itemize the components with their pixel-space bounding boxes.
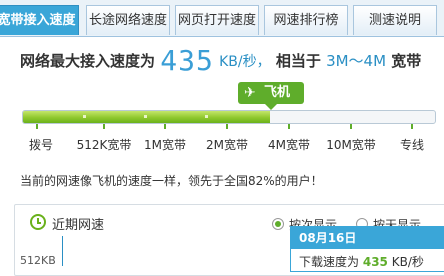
scale-label-dialup: 拨号 bbox=[28, 138, 54, 152]
speed-level-label: 飞机 bbox=[264, 85, 291, 100]
speed-unit: KB/秒， bbox=[219, 54, 271, 70]
tooltip-value: 435 bbox=[362, 255, 388, 269]
tab-long-distance[interactable]: 长途网络速度 bbox=[86, 5, 170, 35]
meter-tick bbox=[164, 124, 166, 129]
scale-label-dedicated: 专线 bbox=[399, 138, 425, 152]
recent-speed-title: 近期网速 bbox=[52, 218, 105, 233]
radio-by-test[interactable] bbox=[272, 218, 284, 230]
scale-label-512k: 512K宽带 bbox=[76, 138, 132, 152]
meter-tick bbox=[226, 124, 228, 129]
tab-speed-ranking[interactable]: 网速排行榜 bbox=[264, 5, 348, 35]
tab-page-open-speed[interactable]: 网页打开速度 bbox=[175, 5, 259, 35]
meter-tick bbox=[350, 124, 352, 129]
meter-dot bbox=[83, 115, 86, 118]
bandwidth-range: 3M～4M bbox=[326, 52, 387, 70]
tab-bar: 宽带接入速度 长途网络速度 网页打开速度 网速排行榜 测速说明 bbox=[0, 0, 444, 37]
scale-label-2m: 2M宽带 bbox=[206, 138, 248, 152]
speed-value: 435 bbox=[160, 44, 214, 77]
tooltip-row: 下载速度为 435 KB/秒 bbox=[299, 253, 424, 270]
tooltip-date: 08月16日 bbox=[291, 227, 444, 249]
chart-cursor-line bbox=[62, 236, 63, 266]
scale-label-1m: 1M宽带 bbox=[144, 138, 186, 152]
scale-label-4m: 4M宽带 bbox=[268, 138, 310, 152]
meter-tick bbox=[288, 124, 290, 129]
tab-broadband-access[interactable]: 宽带接入速度 bbox=[0, 5, 79, 35]
meter-tick bbox=[411, 124, 413, 129]
meter-dot bbox=[205, 115, 208, 118]
y-axis-label: 512KB bbox=[20, 254, 56, 267]
meter-tick bbox=[36, 124, 38, 129]
speed-description: 当前的网速像飞机的速度一样，领先于全国82%的用户！ bbox=[20, 174, 323, 188]
headline-prefix: 网络最大接入速度为 bbox=[20, 52, 156, 70]
speed-meter bbox=[22, 110, 436, 124]
headline-middle: 相当于 bbox=[275, 52, 321, 70]
scale-label-10m: 10M宽带 bbox=[326, 138, 376, 152]
speed-headline: 网络最大接入速度为 435 KB/秒， 相当于 3M～4M 宽带 bbox=[20, 44, 421, 78]
headline-suffix: 宽带 bbox=[391, 52, 422, 70]
speed-tooltip: 08月16日 下载速度为 435 KB/秒 bbox=[290, 226, 444, 272]
meter-tick bbox=[103, 124, 105, 129]
speed-level-badge: ✈ 飞机 bbox=[238, 82, 304, 110]
plane-icon: ✈ bbox=[244, 85, 256, 101]
tab-speed-help[interactable]: 测速说明 bbox=[353, 5, 437, 35]
meter-dot bbox=[144, 115, 147, 118]
clock-icon bbox=[30, 214, 46, 230]
tooltip-label: 下载速度为 bbox=[299, 255, 360, 269]
tooltip-unit: KB/秒 bbox=[391, 255, 424, 269]
